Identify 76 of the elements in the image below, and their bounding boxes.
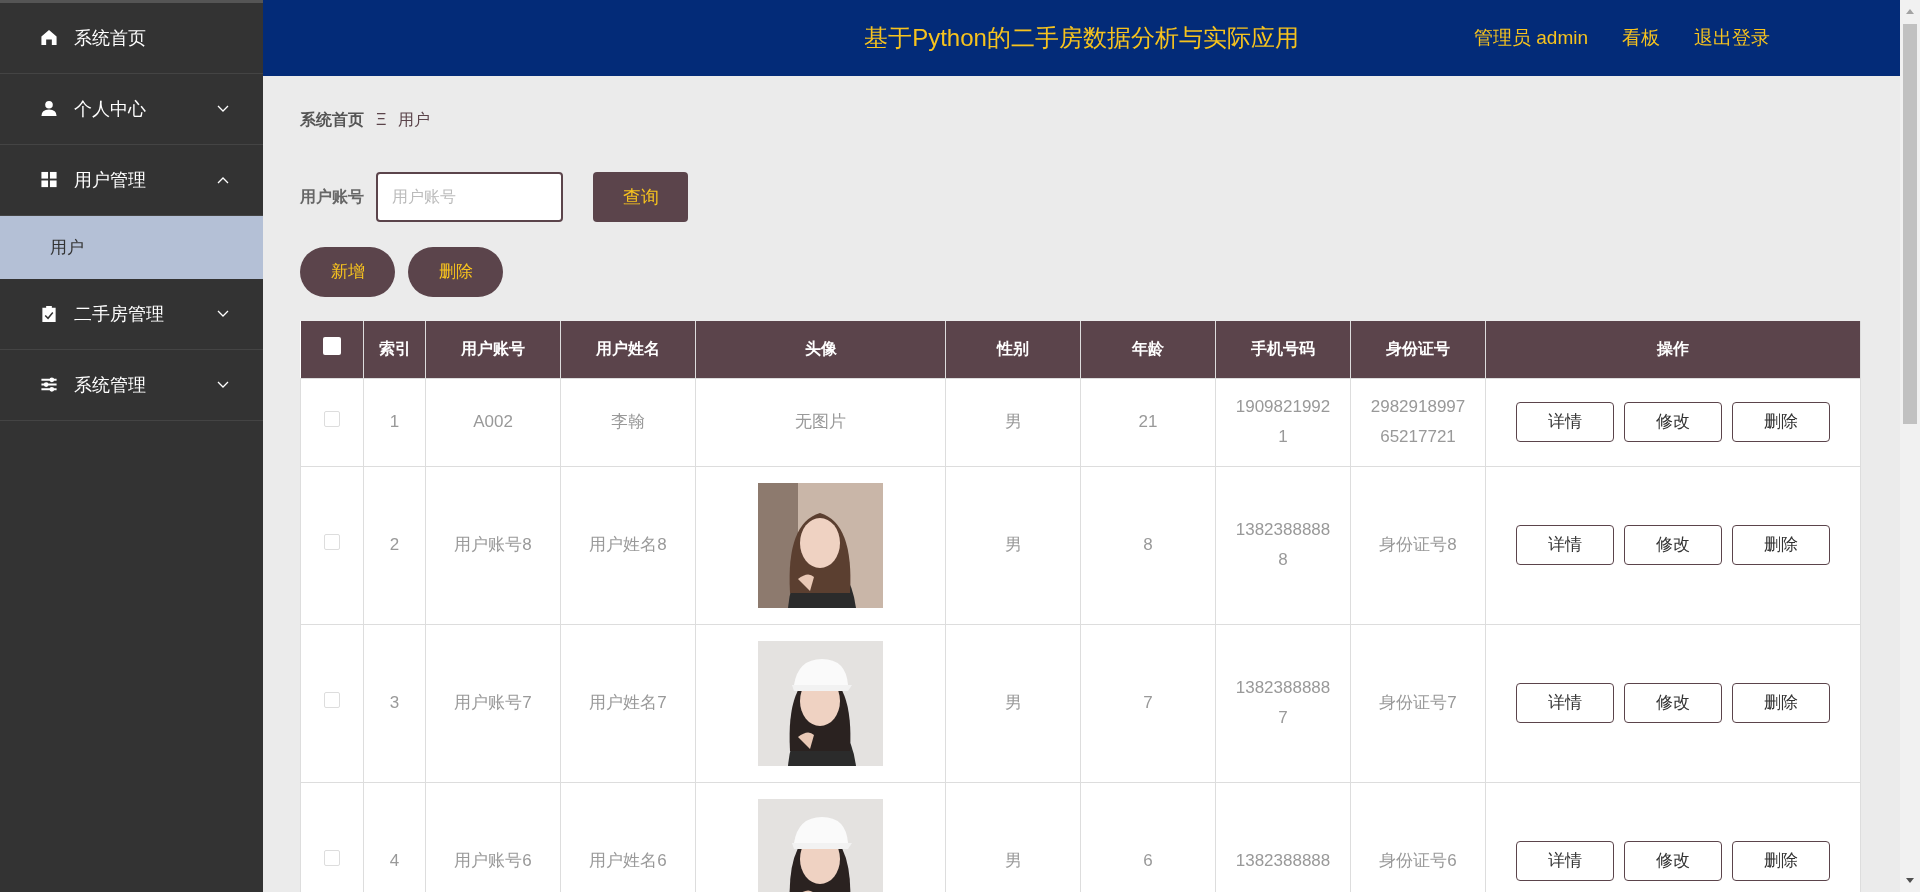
home-icon (40, 29, 58, 47)
table-cell: 用户姓名6 (589, 851, 667, 871)
sidebar-item[interactable]: 系统管理 (0, 350, 263, 421)
row-checkbox[interactable] (324, 850, 340, 867)
sidebar-subitem[interactable]: 用户 (0, 216, 263, 279)
clipboard-check-icon (40, 305, 58, 323)
details-button[interactable]: 详情 (1516, 525, 1614, 565)
delete-button[interactable]: 删除 (1732, 402, 1830, 442)
delete-button[interactable]: 删除 (1732, 841, 1830, 881)
column-header: 手机号码 (1251, 340, 1315, 358)
column-header: 性别 (997, 340, 1029, 358)
table-cell-text: 298291899765217721 (1369, 396, 1467, 448)
table-cell-text: 1382388888 (1235, 850, 1331, 873)
add-button[interactable]: 新增 (300, 247, 395, 297)
page-title: 基于Python的二手房数据分析与实际应用 (864, 23, 1299, 53)
table-cell: 1 (389, 412, 400, 432)
table-cell: 无图片 (795, 412, 846, 432)
column-header: 用户账号 (461, 340, 525, 358)
table-cell: A002 (473, 412, 513, 432)
details-button[interactable]: 详情 (1516, 683, 1614, 723)
column-header: 索引 (378, 340, 411, 358)
table-cell-text: 13823888887 (1234, 677, 1332, 729)
table-cell: 男 (1004, 693, 1022, 713)
table-cell-text: 身份证号8 (1379, 534, 1457, 557)
table-cell: 21 (1138, 412, 1158, 432)
table-cell-text: 19098219921 (1234, 396, 1332, 448)
table-cell-text: 13823888888 (1234, 519, 1332, 571)
row-checkbox[interactable] (324, 411, 340, 428)
table-cell: 4 (389, 851, 400, 871)
column-header: 操作 (1657, 340, 1689, 358)
column-header: 用户姓名 (596, 340, 660, 358)
sidebar-item[interactable]: 个人中心 (0, 74, 263, 145)
table-cell: 用户账号7 (454, 693, 532, 713)
table-cell: 用户账号6 (454, 851, 532, 871)
table-cell: 用户姓名7 (589, 693, 667, 713)
delete-button[interactable]: 删除 (1732, 683, 1830, 723)
edit-button[interactable]: 修改 (1624, 683, 1722, 723)
table-cell-text: 身份证号6 (1379, 850, 1457, 873)
table-cell: 男 (1004, 851, 1022, 871)
column-header: 年龄 (1132, 340, 1164, 358)
breadcrumb-link[interactable]: 系统首页 (300, 108, 364, 132)
breadcrumb-separator: Ξ (376, 110, 387, 130)
table-cell: 李翰 (611, 412, 645, 432)
edit-button[interactable]: 修改 (1624, 402, 1722, 442)
table-cell: 用户姓名8 (589, 535, 667, 555)
breadcrumb-current: 用户 (398, 110, 431, 130)
table-cell: 6 (1143, 851, 1153, 871)
table-cell: 2 (389, 535, 400, 555)
table-cell: 8 (1143, 535, 1153, 555)
column-header: 头像 (804, 340, 837, 358)
search-label: 用户账号 (300, 187, 364, 207)
table-cell-text: 身份证号7 (1379, 692, 1457, 715)
details-button[interactable]: 详情 (1516, 841, 1614, 881)
row-checkbox[interactable] (324, 692, 340, 709)
table-cell: 男 (1004, 412, 1022, 432)
sliders-icon (40, 376, 58, 394)
details-button[interactable]: 详情 (1516, 402, 1614, 442)
header-link[interactable]: 退出登录 (1694, 23, 1770, 53)
edit-button[interactable]: 修改 (1624, 525, 1722, 565)
table-cell: 7 (1143, 693, 1153, 713)
table-cell: 用户账号8 (454, 535, 532, 555)
header-link[interactable]: 管理员 admin (1473, 23, 1588, 53)
search-button[interactable]: 查询 (593, 172, 688, 222)
sidebar-item[interactable]: 二手房管理 (0, 279, 263, 350)
column-header: 身份证号 (1386, 340, 1450, 358)
delete-button[interactable]: 删除 (1732, 525, 1830, 565)
header-link[interactable]: 看板 (1622, 23, 1660, 53)
grid-icon (40, 171, 58, 189)
edit-button[interactable]: 修改 (1624, 841, 1722, 881)
delete-button[interactable]: 删除 (408, 247, 503, 297)
select-all-checkbox[interactable] (322, 336, 341, 355)
row-checkbox[interactable] (324, 534, 340, 551)
table-cell: 男 (1004, 535, 1022, 555)
user-icon (40, 100, 58, 118)
table-cell: 3 (389, 693, 400, 713)
search-field[interactable]: 用户账号 (376, 172, 563, 222)
